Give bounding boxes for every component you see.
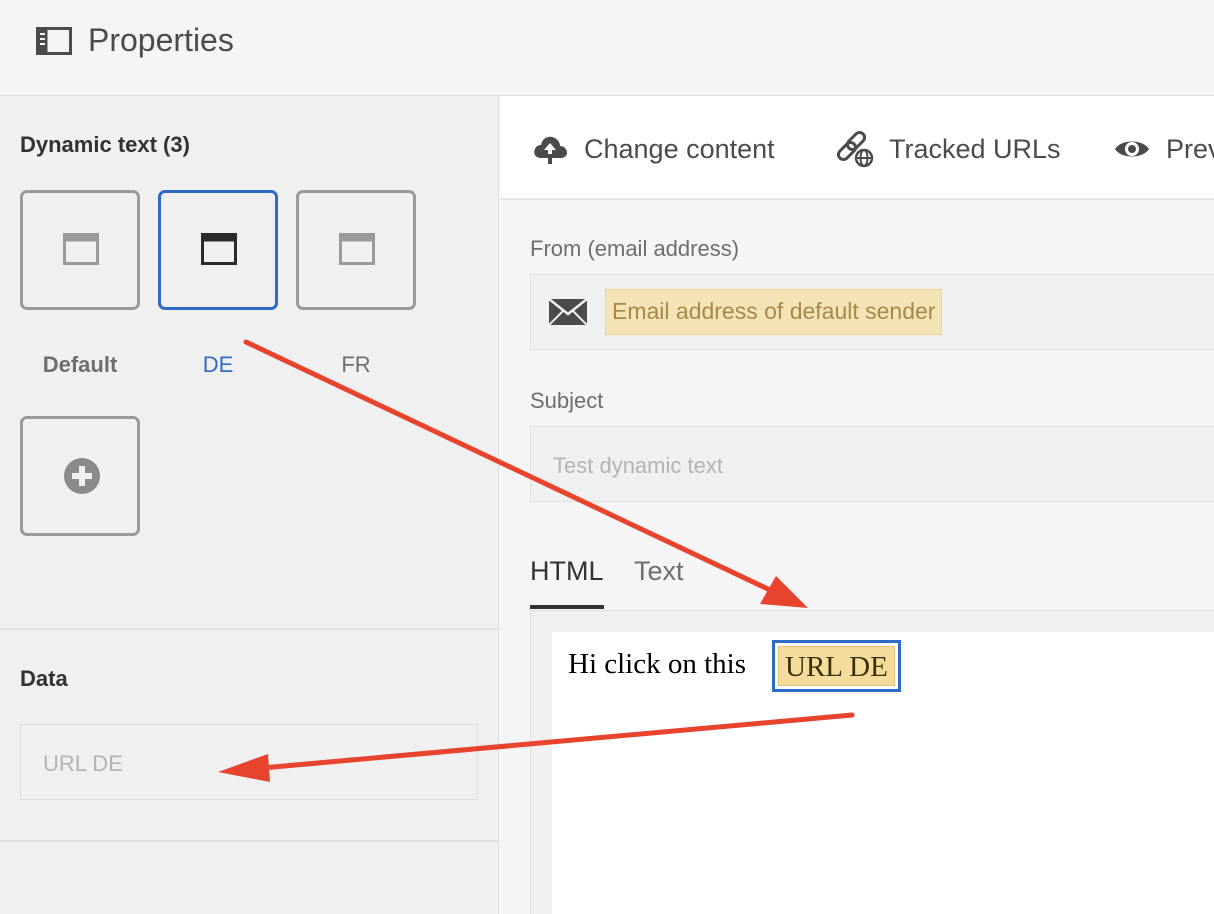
page-title: Properties xyxy=(88,22,234,58)
window-icon xyxy=(339,233,375,265)
data-input[interactable]: URL DE xyxy=(20,724,478,800)
tab-text[interactable]: Text xyxy=(634,556,684,587)
data-section-title: Data xyxy=(20,666,68,691)
variant-label-fr: FR xyxy=(341,352,371,377)
panel-icon xyxy=(36,27,72,55)
tracked-urls-button[interactable]: Tracked URLs xyxy=(834,130,1064,170)
variant-tile-de[interactable] xyxy=(158,190,278,310)
eye-icon xyxy=(1115,141,1149,157)
cloud-upload-icon xyxy=(534,136,567,164)
change-content-label: Change content xyxy=(584,134,775,164)
url-chip[interactable]: URL DE xyxy=(772,640,901,692)
link-globe-icon xyxy=(836,130,874,168)
section-divider xyxy=(0,840,499,842)
content-toolbar: Change content Tracked URLs Prev xyxy=(500,96,1214,200)
tracked-urls-label: Tracked URLs xyxy=(889,134,1061,164)
variant-tile-default[interactable] xyxy=(20,190,140,310)
url-chip-label: URL DE xyxy=(778,646,895,686)
change-content-button[interactable]: Change content xyxy=(532,130,782,170)
from-label: From (email address) xyxy=(530,236,740,261)
subject-label: Subject xyxy=(530,388,604,413)
dynamic-text-title: Dynamic text (3) xyxy=(20,132,190,157)
html-editor[interactable]: Hi click on this URL DE xyxy=(552,632,1214,914)
subject-placeholder: Test dynamic text xyxy=(553,453,723,478)
tab-active-indicator xyxy=(530,605,604,609)
variant-label-default: Default xyxy=(42,352,118,377)
add-variant-button[interactable] xyxy=(20,416,140,536)
subject-field[interactable]: Test dynamic text xyxy=(530,426,1214,502)
preview-button[interactable]: Prev xyxy=(1114,130,1214,170)
section-divider xyxy=(0,628,499,630)
window-icon xyxy=(63,233,99,265)
window-icon xyxy=(201,233,237,265)
variant-tile-fr[interactable] xyxy=(296,190,416,310)
properties-header: Properties xyxy=(0,0,1214,96)
left-panel: Dynamic text (3) Default DE FR Data URL … xyxy=(0,96,499,914)
envelope-icon xyxy=(549,299,587,325)
email-editor-panel: From (email address) Email address of de… xyxy=(500,200,1214,914)
editor-text: Hi click on this xyxy=(568,648,747,680)
sender-chip[interactable]: Email address of default sender xyxy=(605,289,943,335)
plus-circle-icon xyxy=(64,458,100,494)
preview-label: Prev xyxy=(1166,134,1214,164)
tab-html[interactable]: HTML xyxy=(530,556,604,587)
from-field[interactable]: Email address of default sender xyxy=(530,274,1214,350)
variant-label-de: DE xyxy=(202,352,234,377)
